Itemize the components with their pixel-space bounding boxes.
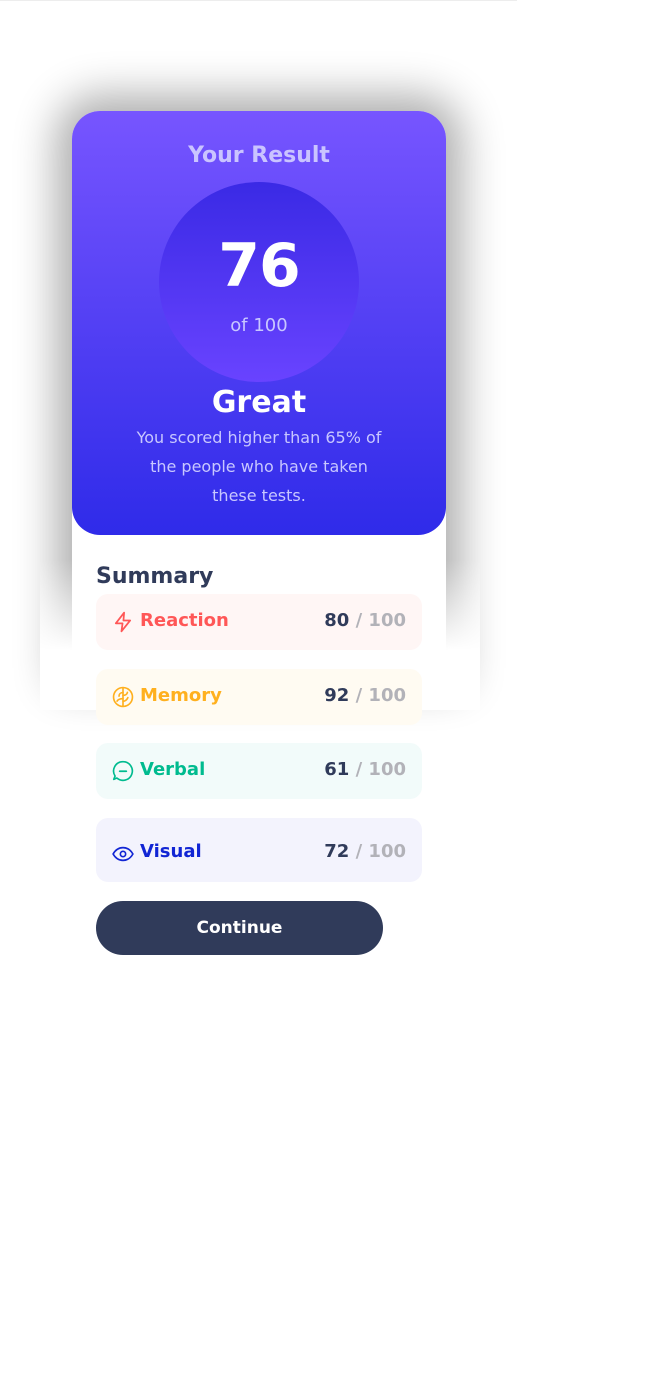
score-value-memory: 92: [324, 685, 350, 706]
summary-item-memory: Memory 92 / 100: [96, 669, 422, 725]
result-panel: Your Result 76 of 100 Great You scored h…: [72, 111, 446, 535]
score-value-visual: 72: [324, 841, 350, 862]
score-separator: /: [355, 759, 363, 780]
score-separator: /: [355, 841, 363, 862]
summary-item-verbal: Verbal 61 / 100: [96, 743, 422, 799]
summary-item-score: 72 / 100: [324, 841, 406, 862]
score-value-verbal: 61: [324, 759, 350, 780]
rating-label: Great: [211, 385, 307, 420]
top-divider: [0, 0, 517, 1]
summary-item-label: Verbal: [140, 759, 206, 780]
summary-item-score: 80 / 100: [324, 610, 406, 631]
score-of-total: of 100: [230, 315, 288, 336]
summary-item-visual: Visual 72 / 100: [96, 818, 422, 882]
continue-button[interactable]: Continue: [96, 901, 383, 955]
score-separator: /: [355, 685, 363, 706]
brain-icon: [112, 686, 134, 708]
summary-item-label: Visual: [140, 841, 202, 862]
score-max: 100: [368, 610, 406, 631]
score-value: 76: [218, 231, 301, 301]
score-separator: /: [355, 610, 363, 631]
summary-item-reaction: Reaction 80 / 100: [96, 594, 422, 650]
summary-item-label: Reaction: [140, 610, 229, 631]
result-description: You scored higher than 65% of the people…: [136, 428, 382, 505]
score-max: 100: [368, 841, 406, 862]
eye-icon: [112, 846, 134, 862]
summary-item-label: Memory: [140, 685, 222, 706]
score-value-reaction: 80: [324, 610, 350, 631]
lightning-icon: [114, 611, 132, 633]
score-max: 100: [368, 685, 406, 706]
score-max: 100: [368, 759, 406, 780]
summary-item-score: 92 / 100: [324, 685, 406, 706]
summary-item-score: 61 / 100: [324, 759, 406, 780]
summary-title: Summary: [96, 564, 214, 589]
score-circle: 76 of 100: [159, 182, 359, 382]
result-title: Your Result: [188, 143, 330, 168]
chat-bubble-icon: [112, 760, 134, 782]
